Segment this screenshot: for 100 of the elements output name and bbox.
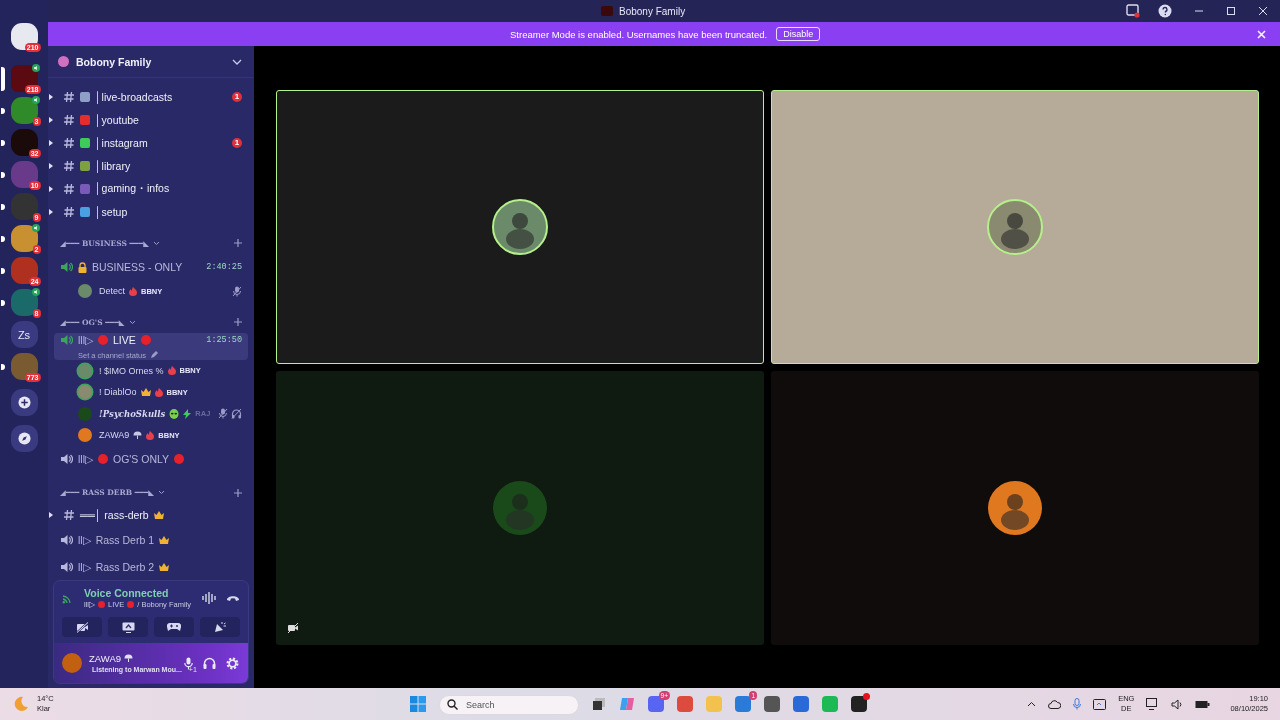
server-icon[interactable] — [10, 161, 38, 188]
server-icon[interactable] — [10, 289, 38, 316]
server-icon[interactable] — [10, 353, 38, 380]
disable-button[interactable]: Disable — [776, 27, 821, 41]
umbrella-icon — [124, 653, 134, 663]
fire-icon — [154, 387, 163, 397]
server-icon[interactable] — [10, 65, 38, 92]
close-icon[interactable] — [1257, 30, 1266, 39]
headphones-icon[interactable] — [203, 657, 216, 669]
channel-item[interactable]: │live-broadcasts 1 — [57, 85, 248, 108]
channel-item[interactable]: │gaming・infos — [57, 177, 248, 200]
channel-item[interactable]: │setup — [57, 200, 248, 223]
chevron-icon — [158, 490, 165, 496]
camera-off-icon — [75, 621, 89, 633]
gamepad-icon — [167, 622, 181, 632]
banner-message: Streamer Mode is enabled. Usernames have been truncated. — [510, 28, 768, 40]
search-field[interactable]: Search — [439, 695, 579, 715]
close-button[interactable] — [1258, 6, 1268, 16]
circle-icon — [127, 601, 135, 608]
waveform-icon[interactable] — [202, 592, 216, 604]
network-icon[interactable] — [1146, 698, 1160, 710]
chevron-icon — [152, 240, 160, 246]
video-tile[interactable] — [276, 371, 764, 645]
add-server-button[interactable] — [10, 389, 38, 416]
channel-item[interactable]: ll▷ Rass Derb 2 — [54, 553, 248, 580]
collapse-arrow-icon — [49, 512, 53, 519]
compass-icon — [17, 432, 31, 445]
mention-badge: 1 — [232, 137, 242, 148]
hash-icon — [63, 136, 75, 149]
hash-icon — [63, 182, 75, 195]
server-header[interactable]: Bobony Family — [48, 46, 254, 78]
hash-icon — [63, 509, 75, 522]
hash-icon — [63, 159, 75, 172]
display-icon[interactable] — [1093, 698, 1107, 710]
avatar — [987, 480, 1043, 536]
volume-icon[interactable] — [1171, 698, 1184, 710]
add-channel-icon[interactable] — [234, 318, 242, 327]
soundboard-icon — [214, 621, 226, 633]
channel-item[interactable]: ll▷ Rass Derb 1 — [54, 526, 248, 554]
add-channel-icon[interactable] — [234, 488, 242, 497]
maximize-button[interactable] — [1226, 6, 1236, 16]
speaker-icon — [31, 96, 40, 104]
video-tile[interactable] — [276, 90, 764, 364]
server-logo-icon — [58, 56, 69, 67]
server-icon[interactable]: Zs — [10, 321, 38, 348]
avatar[interactable] — [62, 653, 82, 673]
server-icon[interactable] — [10, 225, 38, 252]
task-view-icon[interactable] — [592, 697, 606, 711]
disconnect-icon[interactable] — [226, 594, 240, 602]
channel-item[interactable]: BUSINESS - ONLY 2:40:25 — [54, 254, 248, 281]
inbox-icon[interactable] — [1126, 4, 1140, 18]
speaker-icon — [31, 64, 40, 72]
server-icon[interactable] — [10, 257, 38, 284]
collapse-arrow-icon — [49, 162, 53, 169]
call-duration: 1:25:50 — [206, 334, 242, 345]
video-tile[interactable] — [771, 371, 1259, 645]
add-channel-icon[interactable] — [234, 239, 242, 247]
explore-button[interactable] — [10, 425, 38, 452]
voice-status[interactable]: Voice Connected — [84, 587, 192, 599]
screen-share-icon — [121, 621, 135, 633]
screen-share-button[interactable] — [108, 617, 148, 637]
help-icon[interactable] — [1158, 4, 1172, 18]
chevron-up-icon[interactable] — [1027, 701, 1037, 707]
server-logo-icon — [601, 6, 613, 16]
server-icon[interactable] — [10, 129, 38, 156]
soundboard-button[interactable] — [200, 617, 240, 637]
username: ZAWA9 — [89, 652, 122, 664]
channel-item[interactable]: │instagram 1 — [57, 131, 248, 154]
circle-icon — [98, 601, 105, 608]
circle-icon — [174, 454, 185, 465]
speaker-icon — [31, 288, 40, 296]
channel-item[interactable]: lll▷ OG'S ONLY — [54, 445, 248, 473]
hash-icon — [63, 90, 75, 103]
cloud-icon[interactable] — [1048, 699, 1062, 709]
fire-icon — [146, 430, 155, 440]
hash-icon — [63, 113, 75, 126]
channel-item[interactable]: │youtube — [57, 108, 248, 131]
channel-item[interactable]: ══│ rass-derb — [57, 503, 248, 527]
channel-item[interactable]: │library — [57, 154, 248, 177]
camera-off-button[interactable] — [62, 617, 102, 637]
plus-icon — [17, 396, 31, 409]
battery-icon[interactable] — [1195, 699, 1211, 709]
video-tile[interactable] — [771, 90, 1259, 364]
connection-icon — [62, 592, 74, 604]
server-icon[interactable] — [10, 23, 38, 50]
server-icon[interactable] — [10, 97, 38, 124]
settings-icon[interactable] — [226, 656, 239, 670]
pencil-icon — [149, 351, 158, 360]
app-icon[interactable] — [764, 696, 780, 712]
avatar — [492, 480, 548, 536]
mention-badge: 1 — [232, 91, 242, 102]
windows-start-icon[interactable] — [410, 696, 426, 712]
speaker-icon — [31, 224, 40, 232]
collapse-arrow-icon — [49, 139, 53, 146]
app-icon[interactable] — [851, 696, 867, 712]
moon-icon — [13, 696, 29, 712]
chevron-icon — [128, 319, 136, 325]
gamepad-button[interactable] — [154, 617, 194, 637]
chevron-icon — [232, 58, 242, 65]
collapse-arrow-icon — [49, 185, 53, 192]
